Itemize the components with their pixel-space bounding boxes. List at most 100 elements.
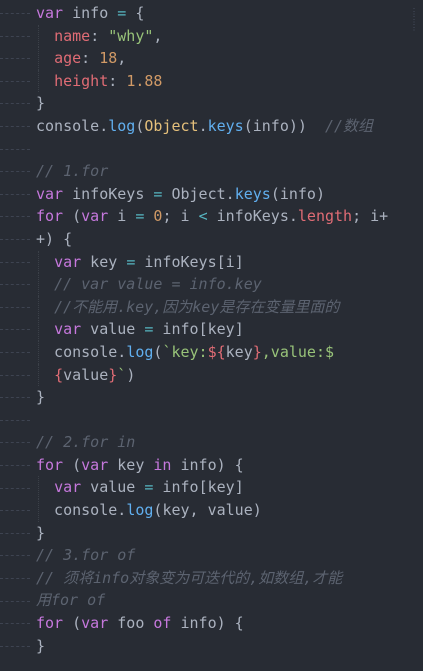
code-line[interactable]: var value = info[key] <box>0 476 423 500</box>
code-token: . <box>225 184 235 203</box>
code-line[interactable]: var info = { <box>0 2 423 25</box>
code-token: ] <box>234 252 244 271</box>
code-token: key <box>108 455 154 474</box>
code-token: : <box>81 49 100 68</box>
code-token: var <box>36 4 64 22</box>
code-token: 0 <box>144 207 163 226</box>
code-token: Object <box>162 184 226 203</box>
code-token: console <box>36 342 118 361</box>
code-line[interactable]: // 须将info对象变为可迭代的,如数组,才能 <box>0 567 423 590</box>
code-line[interactable]: 用for of <box>0 589 423 612</box>
code-token: i <box>108 207 136 226</box>
code-line[interactable]: {value}`) <box>0 363 423 387</box>
code-line[interactable]: for (var foo of info) { <box>0 612 423 635</box>
code-token: , <box>153 26 163 45</box>
indent-guide <box>38 295 39 319</box>
code-token: ; <box>352 207 371 226</box>
code-line[interactable]: // 3.for of <box>0 544 423 567</box>
code-token: ( <box>243 116 253 135</box>
code-token: ( <box>63 455 82 474</box>
code-token: 18 <box>99 49 118 68</box>
code-token: ( <box>63 207 82 226</box>
code-token: [ <box>216 252 226 271</box>
code-line[interactable]: height: 1.88 <box>0 69 423 93</box>
code-token: ( <box>63 614 82 633</box>
code-token: Object <box>144 116 199 135</box>
code-token: key <box>207 478 235 497</box>
code-token: info <box>63 4 118 22</box>
code-token: var <box>54 252 82 271</box>
code-token: } <box>252 342 262 361</box>
code-line[interactable]: } <box>0 522 423 545</box>
code-token: console <box>36 501 118 520</box>
code-token: . <box>117 501 127 520</box>
code-line[interactable]: // var value = info.key <box>0 273 423 296</box>
code-token: console <box>36 116 100 135</box>
code-token: ${ <box>207 342 226 361</box>
code-line[interactable]: var key = infoKeys[i] <box>0 250 423 274</box>
code-token: info <box>171 614 217 633</box>
code-line[interactable]: console.log(Object.keys(info)) //数组 <box>0 115 423 138</box>
code-token: name <box>54 26 91 45</box>
code-token: key <box>207 320 235 339</box>
code-token: infoKeys <box>63 184 154 203</box>
code-token: ) <box>315 184 325 203</box>
code-token: of <box>153 614 172 633</box>
code-token: ` <box>117 365 127 384</box>
code-token: ( <box>270 184 280 203</box>
code-line[interactable]: age: 18, <box>0 47 423 70</box>
indent-guide <box>38 318 39 341</box>
code-token: for <box>36 207 64 226</box>
code-token: i <box>180 207 199 226</box>
indent-guide <box>38 69 39 93</box>
code-token: var <box>81 207 109 226</box>
code-token: } <box>36 388 46 407</box>
code-token: ) { <box>216 614 244 633</box>
code-token: `key: <box>162 342 208 361</box>
code-token: . <box>99 116 109 135</box>
code-line[interactable]: } <box>0 92 423 115</box>
code-token: key <box>225 342 253 361</box>
code-token: { <box>126 4 145 22</box>
code-line[interactable]: for (var i = 0; i < infoKeys.length; i+ <box>0 205 423 228</box>
code-line[interactable]: for (var key in info) { <box>0 454 423 477</box>
code-token: log <box>126 342 154 361</box>
code-line[interactable]: var infoKeys = Object.keys(info) <box>0 183 423 206</box>
code-token: value <box>63 365 109 384</box>
code-token: age <box>54 49 82 68</box>
indent-guide <box>38 250 39 274</box>
code-line[interactable]: name: "why", <box>0 24 423 48</box>
code-line[interactable]: // 1.for <box>0 160 423 183</box>
code-editor[interactable]: var info = { name: "why", age: 18, heigh… <box>0 0 423 671</box>
code-token: ,value:$ <box>261 342 335 361</box>
code-token: ) { <box>216 455 244 474</box>
code-line[interactable] <box>0 409 423 432</box>
code-line[interactable]: } <box>0 635 423 658</box>
code-line[interactable]: var value = info[key] <box>0 318 423 341</box>
code-token: ] <box>234 478 244 497</box>
scroll-indicator-icon[interactable]: ⋮ ⋮ ⋮ <box>409 8 419 48</box>
indent-guide <box>38 273 39 296</box>
code-line[interactable]: // 2.for in <box>0 431 423 454</box>
code-line[interactable]: console.log(`key:${key},value:$ <box>0 340 423 364</box>
code-token: keys <box>234 184 271 203</box>
code-line[interactable]: console.log(key, value) <box>0 499 423 522</box>
code-token: { <box>54 365 64 384</box>
code-token: height <box>54 71 109 90</box>
code-line[interactable]: //不能用.key,因为key是存在变量里面的 <box>0 295 423 319</box>
indent-guide <box>38 24 39 48</box>
code-line[interactable]: +) { <box>0 228 423 251</box>
code-token: = <box>117 4 127 22</box>
code-line[interactable] <box>0 138 423 161</box>
code-token: . <box>198 116 208 135</box>
indent-guide <box>38 499 39 522</box>
code-line[interactable]: } <box>0 386 423 409</box>
code-token: i+ <box>370 207 389 226</box>
code-token: var <box>54 478 82 497</box>
code-token: ; <box>162 207 181 226</box>
code-token: [ <box>198 320 208 339</box>
indent-guide <box>38 363 39 387</box>
code-token: 1.88 <box>126 71 163 90</box>
code-area[interactable]: var info = { name: "why", age: 18, heigh… <box>0 2 423 657</box>
code-token: i <box>225 252 235 271</box>
